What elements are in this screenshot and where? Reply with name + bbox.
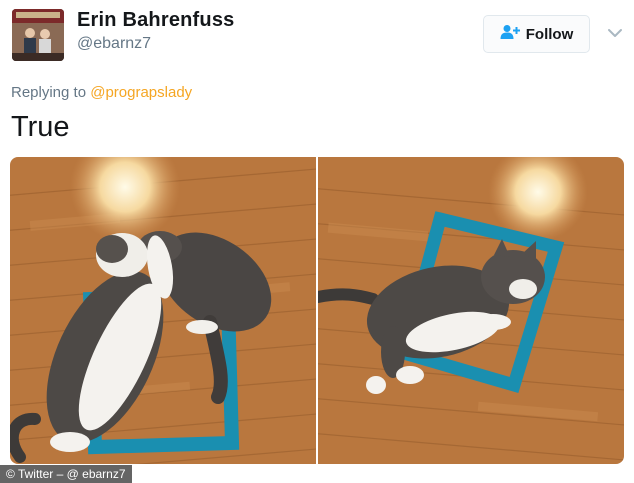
display-name[interactable]: Erin Bahrenfuss [77,9,234,32]
tweet-text: True [11,111,70,143]
photo-credit: © Twitter – @ ebarnz7 [0,465,132,483]
tweet-card: Erin Bahrenfuss @ebarnz7 Follow Replying… [0,0,634,483]
user-handle[interactable]: @ebarnz7 [77,35,151,53]
chevron-down-icon[interactable] [606,24,624,42]
replying-to: Replying to @prograpslady [11,84,192,101]
mention-link[interactable]: @prograpslady [90,84,192,101]
add-person-icon [500,24,520,45]
follow-button[interactable]: Follow [483,15,590,53]
replying-to-label: Replying to [11,84,87,101]
photo-right[interactable] [318,157,624,464]
follow-label: Follow [525,25,574,43]
avatar[interactable] [12,9,64,61]
photo-left[interactable] [10,157,316,464]
